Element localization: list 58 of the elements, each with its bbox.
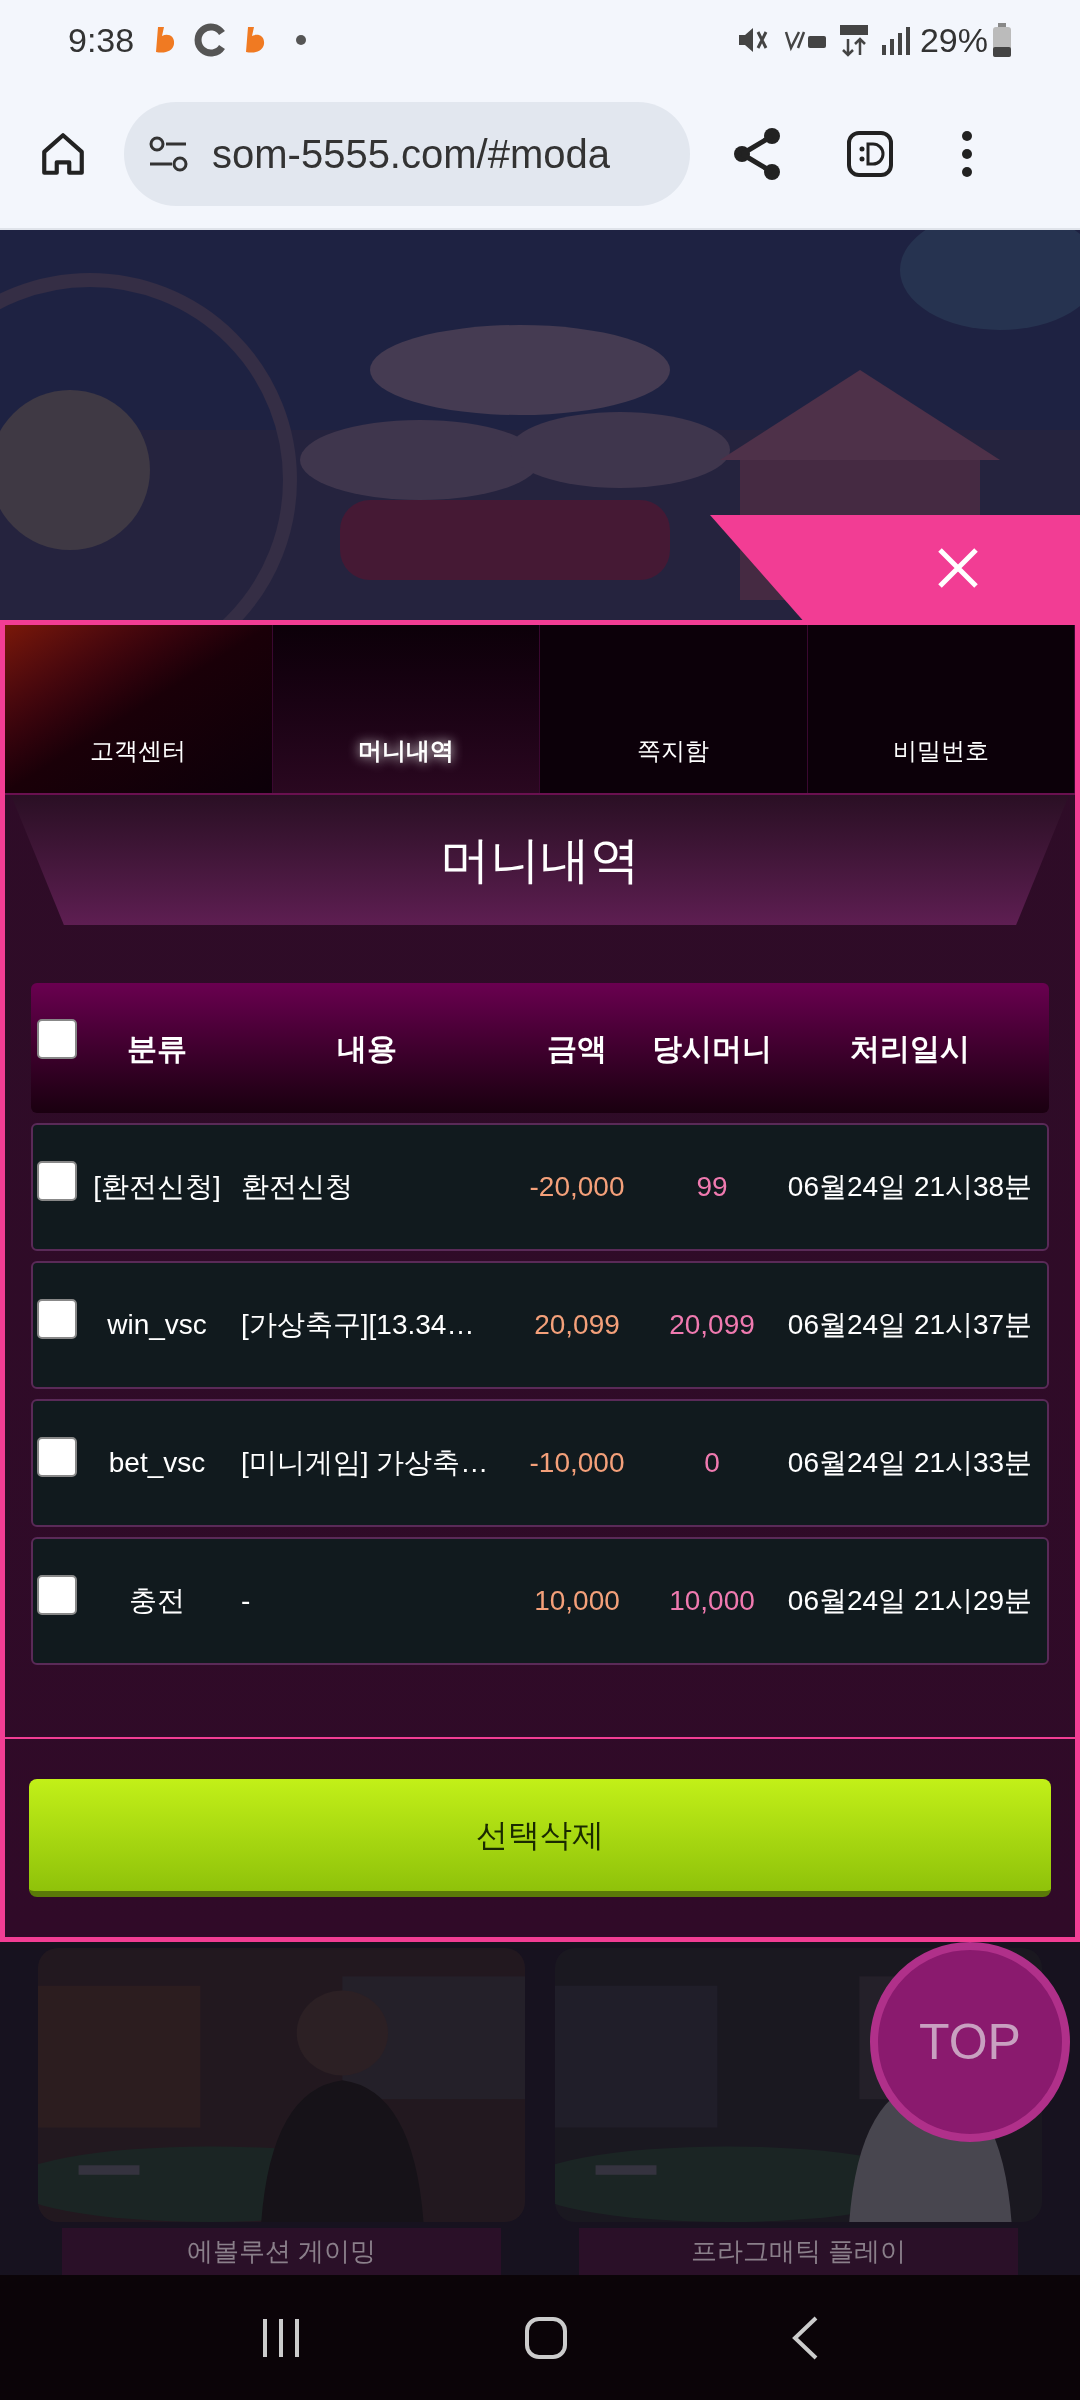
card-caption: 에볼루션 게이밍 <box>62 2228 501 2275</box>
table-cell-text: 10,000 <box>668 1584 756 1618</box>
back-icon[interactable] <box>790 2314 819 2361</box>
table-cell-text: 10,000 <box>533 1584 621 1618</box>
signal-icon <box>879 25 910 55</box>
table-row[interactable]: win_vsc [가상축구][13.34… 20,099 20,099 06월24일 21시37분 <box>31 1261 1049 1389</box>
table-cell-text: 0 <box>703 1446 721 1480</box>
battery-percent: 29% <box>919 19 988 61</box>
table-cell-text: 06월24일 21시37분 <box>786 1308 1034 1342</box>
close-icon <box>936 545 980 590</box>
share-icon[interactable] <box>732 127 782 181</box>
column-header: 금액 <box>546 1030 608 1067</box>
table-cell-text: [미니게임] 가상축… <box>240 1446 490 1480</box>
table-cell-text: 환전신청 <box>240 1170 354 1204</box>
card-caption: 프라그매틱 플레이 <box>579 2228 1018 2275</box>
checkbox[interactable] <box>37 1019 77 1059</box>
column-header: 당시머니 <box>651 1030 773 1067</box>
menu-icon[interactable] <box>960 130 974 178</box>
table-cell-text: [가상축구][13.34… <box>240 1308 476 1342</box>
table-cell-text: 06월24일 21시38분 <box>786 1170 1034 1204</box>
table-cell-text: bet_vsc <box>107 1446 207 1480</box>
table-cell-text: 06월24일 21시29분 <box>786 1584 1034 1618</box>
tab[interactable]: 머니내역 <box>272 625 540 793</box>
table-cell-text: 충전 <box>128 1584 186 1618</box>
section-title: 머니내역 <box>11 795 1069 925</box>
table-cell-text: -20,000 <box>528 1170 626 1204</box>
table-row[interactable]: bet_vsc [미니게임] 가상축… -10,000 0 06월24일 21시33분 <box>31 1399 1049 1527</box>
dot-icon <box>296 35 307 45</box>
home-icon[interactable] <box>524 2315 568 2360</box>
table-cell-text: 20,099 <box>533 1308 621 1342</box>
table-cell-text: win_vsc <box>106 1308 208 1342</box>
checkbox[interactable] <box>37 1299 77 1339</box>
table-row[interactable]: [환전신청] 환전신청 -20,000 99 06월24일 21시38분 <box>31 1123 1049 1251</box>
column-header: 분류 <box>126 1030 188 1067</box>
table-cell-text: [환전신청] <box>92 1170 222 1204</box>
extension-icon[interactable] <box>846 130 894 178</box>
status-time: 9:38 <box>68 19 135 61</box>
table-cell-text: -10,000 <box>528 1446 626 1480</box>
lte-icon <box>837 23 870 57</box>
column-header: 내용 <box>336 1030 398 1067</box>
site-settings-icon <box>148 134 190 174</box>
url-field[interactable]: som-5555.com/#moda <box>124 102 690 206</box>
tab[interactable]: 고객센터 <box>5 625 273 793</box>
delete-selected-button[interactable]: 선택삭제 <box>29 1779 1051 1897</box>
table-cell-text: 20,099 <box>668 1308 756 1342</box>
table-cell-text: 06월24일 21시33분 <box>786 1446 1034 1480</box>
tab[interactable]: 쪽지함 <box>540 625 808 793</box>
table-cell-text: 99 <box>695 1170 729 1204</box>
top-button[interactable]: TOP <box>870 1942 1070 2142</box>
column-header: 처리일시 <box>849 1030 971 1067</box>
checkbox[interactable] <box>37 1161 77 1201</box>
tab[interactable]: 비밀번호 <box>807 625 1075 793</box>
recent-apps-icon[interactable] <box>261 2316 302 2359</box>
table-row[interactable]: 충전 - 10,000 10,000 06월24일 21시29분 <box>31 1537 1049 1665</box>
table-cell-text: - <box>240 1584 252 1618</box>
battery-icon <box>992 23 1012 57</box>
checkbox[interactable] <box>37 1575 77 1615</box>
checkbox[interactable] <box>37 1437 77 1477</box>
